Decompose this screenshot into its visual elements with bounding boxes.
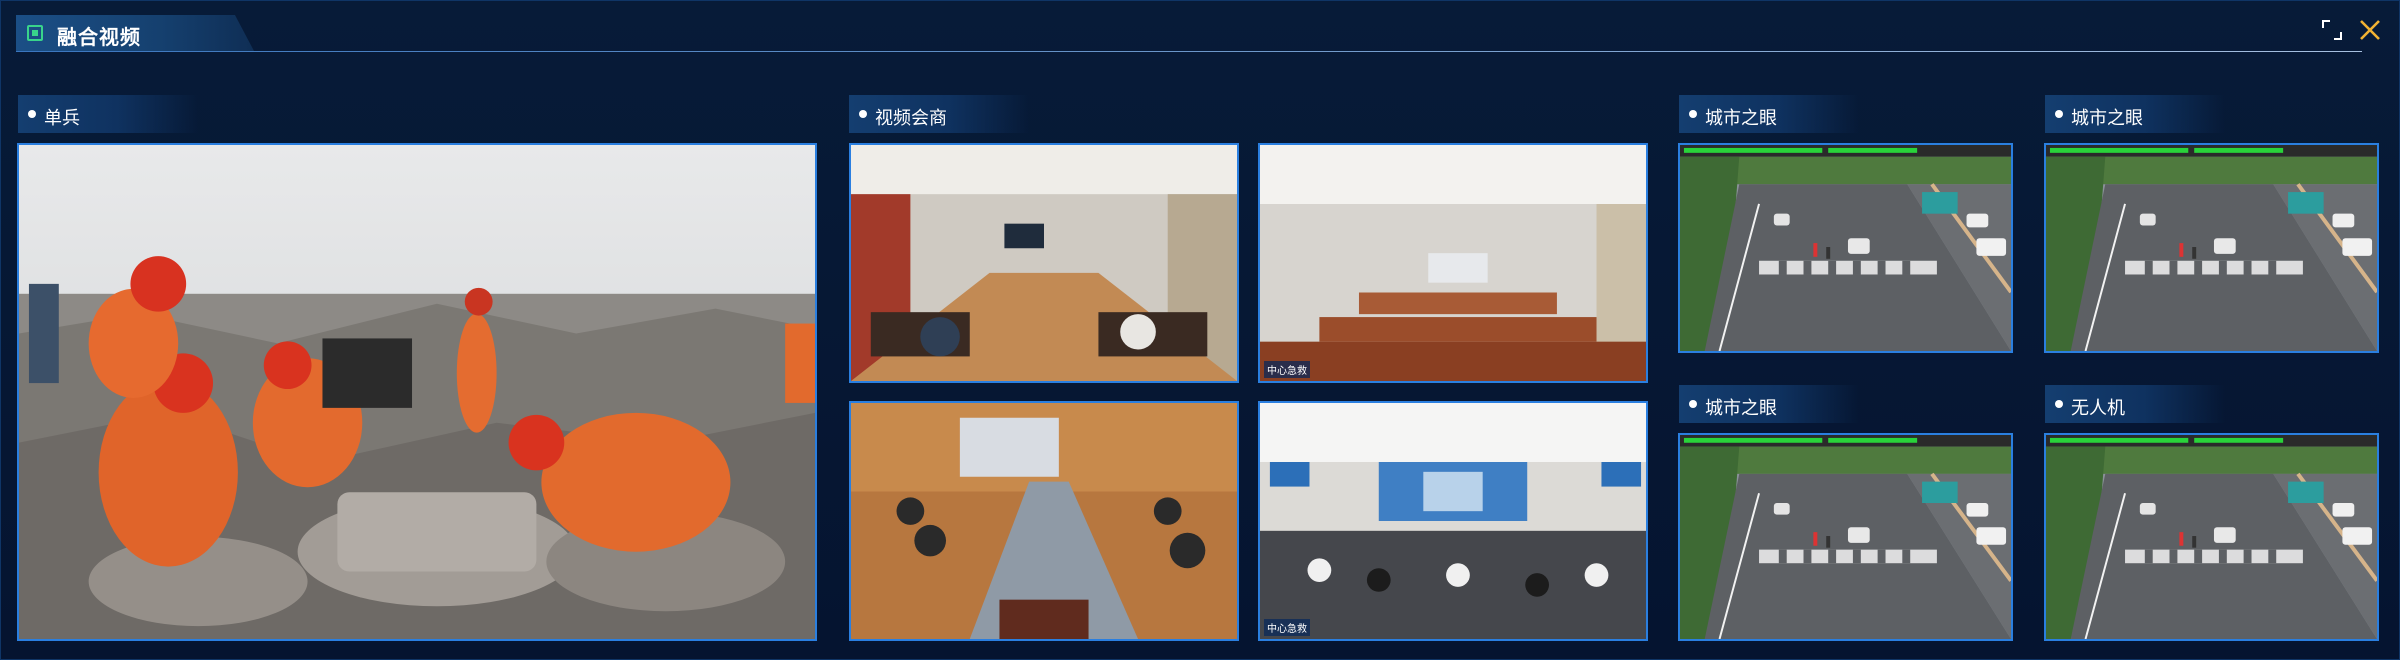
panel-title: 融合视频: [57, 25, 141, 49]
soldier-video-feed[interactable]: [17, 143, 817, 641]
section-header-meeting: 视频会商: [849, 95, 1029, 133]
section-label: 无人机: [2071, 398, 2125, 419]
bullet-dot-icon: [1689, 400, 1697, 408]
section-label: 城市之眼: [1705, 108, 1777, 129]
drone-video-feed[interactable]: [2044, 433, 2379, 641]
feed-source-tag: 中心急救: [1264, 361, 1310, 378]
video-fusion-panel: 融合视频 单兵 视频会商 中心急救 中心急救 城市之眼 城市之眼 城市之眼 无人…: [0, 0, 2400, 660]
section-header-city-eye-1: 城市之眼: [1679, 95, 1859, 133]
section-header-drone: 无人机: [2045, 385, 2225, 423]
meeting-video-feed-1[interactable]: [849, 143, 1239, 383]
bullet-dot-icon: [2055, 400, 2063, 408]
section-header-city-eye-3: 城市之眼: [1679, 385, 1859, 423]
bullet-dot-icon: [1689, 110, 1697, 118]
section-label: 城市之眼: [2071, 108, 2143, 129]
section-label: 城市之眼: [1705, 398, 1777, 419]
meeting-video-feed-2[interactable]: 中心急救: [1258, 143, 1648, 383]
feed-source-tag: 中心急救: [1264, 619, 1310, 636]
city-eye-video-feed-1[interactable]: [1678, 143, 2013, 353]
meeting-video-feed-4[interactable]: 中心急救: [1258, 401, 1648, 641]
expand-icon[interactable]: [2319, 17, 2345, 43]
section-label: 单兵: [44, 108, 80, 129]
panel-icon: [27, 25, 43, 41]
section-header-soldier: 单兵: [18, 95, 198, 133]
title-divider: [16, 51, 2362, 52]
close-icon[interactable]: [2357, 17, 2383, 43]
city-eye-video-feed-2[interactable]: [2044, 143, 2379, 353]
section-label: 视频会商: [875, 108, 947, 129]
bullet-dot-icon: [28, 110, 36, 118]
bullet-dot-icon: [859, 110, 867, 118]
meeting-video-feed-3[interactable]: [849, 401, 1239, 641]
city-eye-video-feed-3[interactable]: [1678, 433, 2013, 641]
section-header-city-eye-2: 城市之眼: [2045, 95, 2225, 133]
bullet-dot-icon: [2055, 110, 2063, 118]
